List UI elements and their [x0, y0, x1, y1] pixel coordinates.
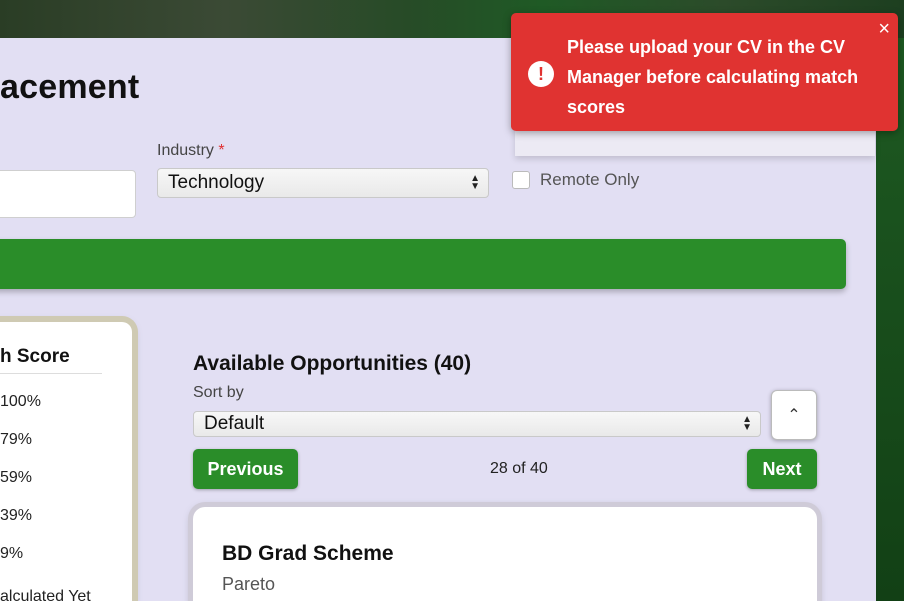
remote-only-label: Remote Only	[540, 170, 640, 189]
page-title: acement	[0, 68, 140, 106]
toast-message: Please upload your CV in the CV Manager …	[567, 37, 859, 117]
page-counter: 28 of 40	[490, 460, 548, 477]
industry-label: Industry *	[157, 142, 225, 160]
required-mark: *	[218, 142, 225, 159]
opportunity-title: BD Grad Scheme	[222, 542, 394, 565]
match-filter-item[interactable]: 39%	[0, 507, 32, 525]
match-filter-item[interactable]: 100%	[0, 393, 41, 411]
industry-select-value: Technology	[168, 172, 265, 193]
sort-select[interactable]: Default ▲ ▼	[193, 411, 761, 437]
collapse-button[interactable]: ⌃	[771, 390, 817, 440]
chevron-up-icon: ⌃	[787, 407, 801, 424]
industry-select[interactable]: Technology ▲ ▼	[157, 168, 489, 198]
next-button[interactable]: Next	[747, 449, 817, 489]
alert-icon: !	[528, 61, 554, 87]
industry-label-text: Industry	[157, 142, 214, 159]
opportunity-company: Pareto	[222, 574, 276, 594]
match-filter-item[interactable]: 59%	[0, 469, 32, 487]
close-icon[interactable]: ×	[878, 19, 890, 39]
match-filter-item[interactable]: 79%	[0, 431, 32, 449]
select-arrows-icon: ▲ ▼	[470, 173, 480, 192]
error-toast: ! Please upload your CV in the CV Manage…	[511, 13, 898, 131]
keyword-input[interactable]	[0, 170, 136, 218]
sort-select-value: Default	[204, 413, 265, 434]
previous-button[interactable]: Previous	[193, 449, 298, 489]
sort-label: Sort by	[193, 384, 244, 401]
divider	[0, 373, 102, 374]
search-button-bar[interactable]	[0, 239, 846, 289]
select-arrows-icon: ▲ ▼	[742, 414, 752, 433]
toast-backdrop	[515, 130, 875, 156]
match-filter-item[interactable]: alculated Yet	[0, 588, 91, 601]
remote-only-checkbox[interactable]	[512, 171, 530, 189]
match-filter-item[interactable]: 9%	[0, 545, 23, 563]
match-score-title: h Score	[0, 346, 70, 367]
opportunities-title: Available Opportunities (40)	[193, 352, 472, 375]
remote-only-option[interactable]: Remote Only	[512, 170, 639, 190]
